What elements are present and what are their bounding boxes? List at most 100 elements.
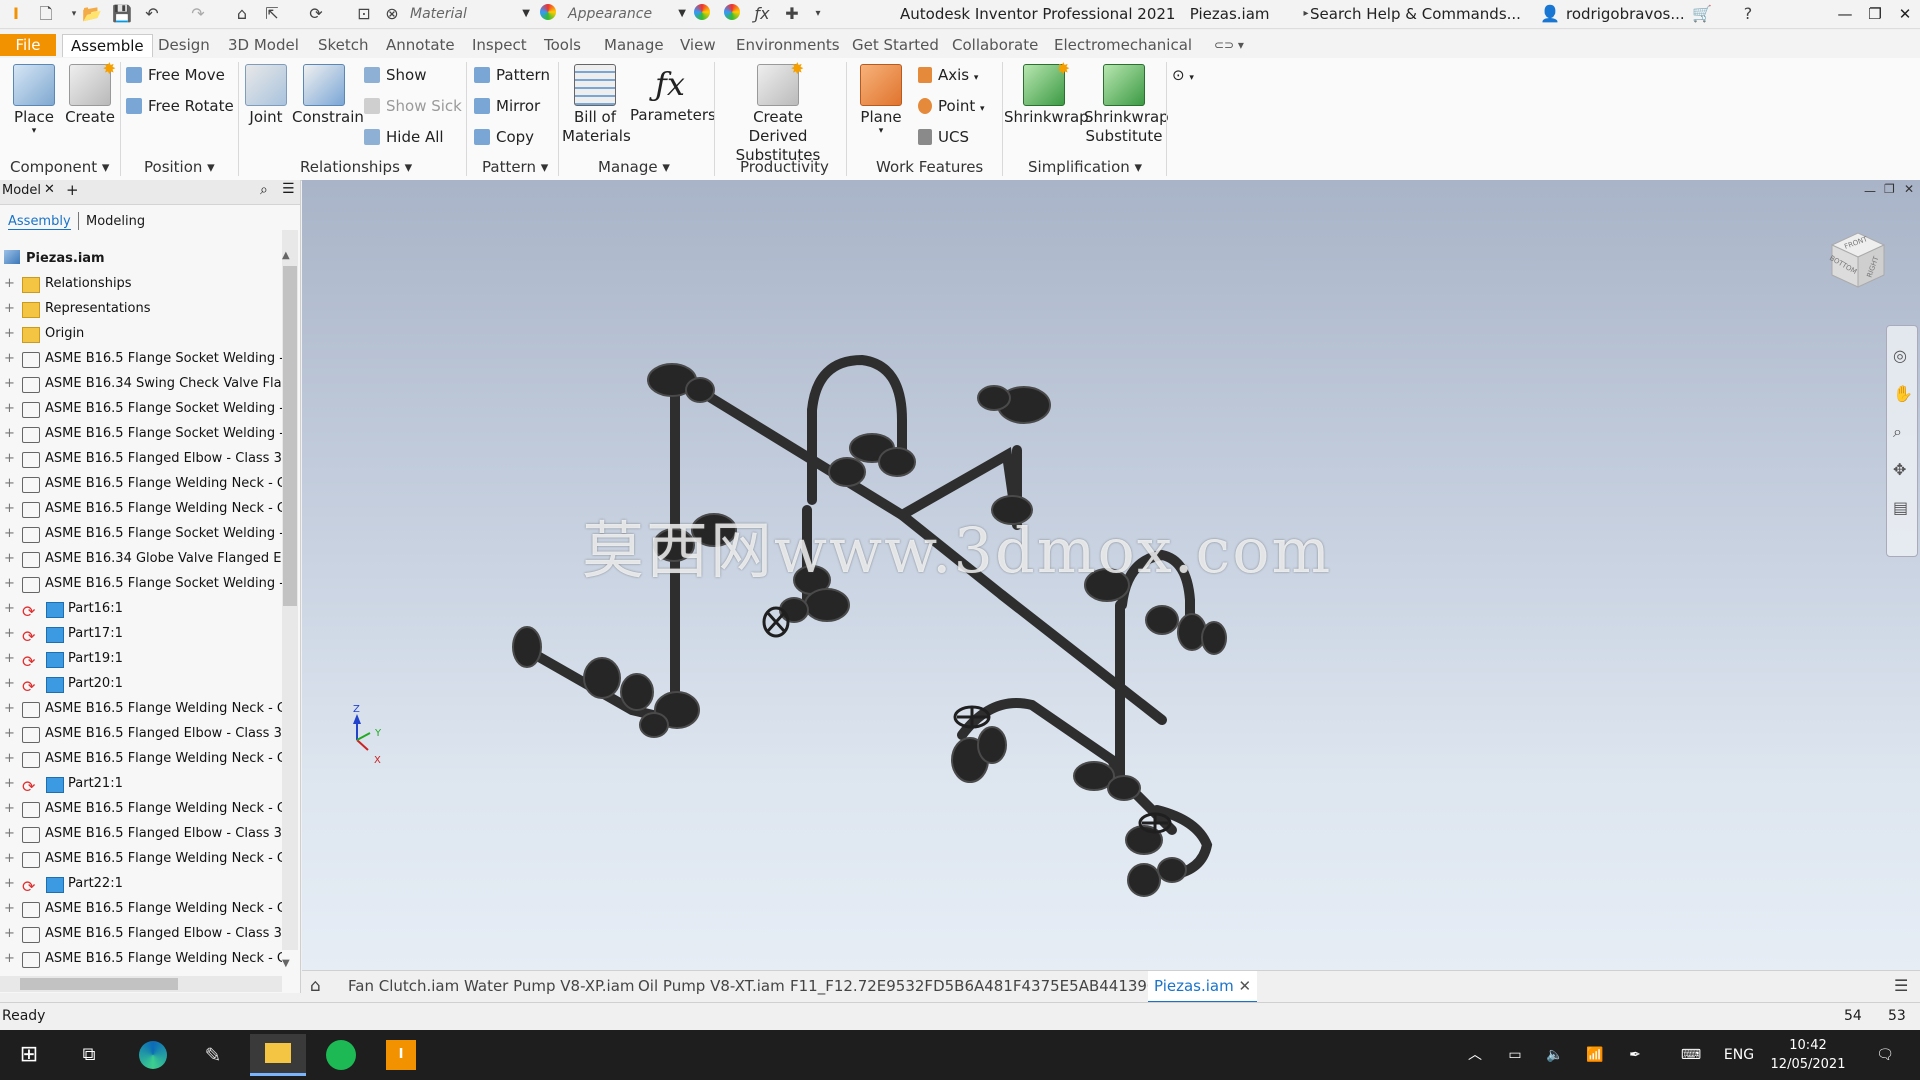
- doc-tab-water-pump[interactable]: Water Pump V8-XP.iam: [464, 971, 635, 1001]
- tab-tools[interactable]: Tools: [536, 34, 589, 56]
- expand-icon[interactable]: +: [4, 346, 16, 371]
- browser-tree-item[interactable]: + Relationships: [0, 271, 282, 296]
- browser-tree-item[interactable]: + ASME B16.34 Swing Check Valve Flanged: [0, 371, 282, 396]
- expand-icon[interactable]: +: [4, 421, 16, 446]
- bill-of-materials-button[interactable]: Bill of Materials: [562, 64, 631, 146]
- constrain-button[interactable]: Constrain: [292, 64, 364, 126]
- expand-icon[interactable]: +: [4, 271, 16, 296]
- browser-hscrollbar[interactable]: [0, 976, 282, 992]
- browser-tree-item[interactable]: + ASME B16.5 Flange Socket Welding - Cla: [0, 346, 282, 371]
- show-button[interactable]: Show: [364, 64, 426, 86]
- clear-appearance-icon[interactable]: [692, 4, 712, 24]
- tab-sketch[interactable]: Sketch: [310, 34, 377, 56]
- component-panel-title[interactable]: Component ▾: [10, 157, 109, 177]
- tab-file[interactable]: File: [0, 34, 56, 56]
- expand-icon[interactable]: +: [4, 846, 16, 871]
- free-move-button[interactable]: Free Move: [126, 64, 225, 86]
- shrinkwrap-substitute-button[interactable]: Shrinkwrap Substitute: [1084, 64, 1169, 146]
- browser-tree-item[interactable]: + ASME B16.5 Flange Welding Neck - Class: [0, 496, 282, 521]
- shrinkwrap-button[interactable]: ✸ Shrinkwrap: [1004, 59, 1089, 126]
- close-model-tab-icon[interactable]: ✕: [44, 182, 55, 197]
- doc-tab-oil-pump[interactable]: Oil Pump V8-XT.iam: [638, 971, 785, 1001]
- scroll-down-arrow[interactable]: ▼: [282, 958, 290, 969]
- browser-root[interactable]: Piezas.iam: [4, 246, 105, 271]
- expand-icon[interactable]: +: [4, 496, 16, 521]
- doc-tab-f11-f12[interactable]: F11_F12.72E9532FD5B6A481F4375E5AB44139C0…: [790, 971, 1200, 1001]
- expand-icon[interactable]: +: [4, 546, 16, 571]
- expand-icon[interactable]: +: [4, 821, 16, 846]
- tab-3d-model[interactable]: 3D Model: [220, 34, 307, 56]
- edge-browser-icon[interactable]: [136, 1038, 170, 1072]
- inventor-logo-icon[interactable]: I: [6, 4, 26, 24]
- language-indicator[interactable]: ENG: [1722, 1030, 1756, 1080]
- axis-button[interactable]: Axis ▾: [918, 64, 978, 86]
- close-doc-tab-icon[interactable]: ✕: [1239, 977, 1252, 995]
- update-icon[interactable]: ⟳: [306, 4, 326, 24]
- browser-tree-item[interactable]: + ASME B16.5 Flange Welding Neck - Class: [0, 896, 282, 921]
- tab-assembly[interactable]: Assembly: [8, 214, 71, 230]
- add-browser-tab-icon[interactable]: +: [66, 181, 79, 199]
- expand-icon[interactable]: +: [4, 746, 16, 771]
- tab-collaborate[interactable]: Collaborate: [944, 34, 1046, 56]
- expand-icon[interactable]: +: [4, 521, 16, 546]
- orbit-icon[interactable]: ✥: [1893, 460, 1906, 479]
- tab-environments[interactable]: Environments: [728, 34, 848, 56]
- expand-icon[interactable]: +: [4, 871, 16, 896]
- more-tools-button[interactable]: ⊙ ▾: [1172, 64, 1194, 86]
- expand-icon[interactable]: +: [4, 646, 16, 671]
- add-icon[interactable]: ✚: [782, 4, 802, 24]
- file-explorer-icon[interactable]: [250, 1034, 306, 1076]
- browser-tree-item[interactable]: + ASME B16.5 Flange Welding Neck - Class: [0, 471, 282, 496]
- hide-all-button[interactable]: Hide All: [364, 126, 444, 148]
- expand-icon[interactable]: +: [4, 771, 16, 796]
- mirror-button[interactable]: Mirror: [474, 95, 540, 117]
- steering-wheel-icon[interactable]: ◎: [1893, 346, 1907, 365]
- app-icon[interactable]: ✎: [196, 1038, 230, 1072]
- task-view-icon[interactable]: ⧉: [72, 1038, 106, 1072]
- expand-icon[interactable]: +: [4, 671, 16, 696]
- doc-tab-fan-clutch[interactable]: Fan Clutch.iam: [348, 971, 459, 1001]
- parameters-button[interactable]: ƒx Parameters: [630, 64, 716, 124]
- expand-icon[interactable]: +: [4, 396, 16, 421]
- browser-tree-item[interactable]: + ASME B16.5 Flange Welding Neck - Class: [0, 696, 282, 721]
- browser-tree-item[interactable]: + ASME B16.5 Flanged Elbow - Class 300 2: [0, 446, 282, 471]
- browser-tree-item[interactable]: + Origin: [0, 321, 282, 346]
- place-button[interactable]: Place ▾: [10, 64, 58, 136]
- free-rotate-button[interactable]: Free Rotate: [126, 95, 234, 117]
- minimize-button[interactable]: —: [1830, 2, 1860, 26]
- graphics-viewport[interactable]: Z X Y 莫西网www.3dmox.com FRONT RIGHT BOTTO…: [302, 180, 1920, 970]
- help-icon[interactable]: ?: [1738, 4, 1758, 24]
- browser-tree-item[interactable]: + ASME B16.5 Flanged Elbow - Class 300 2: [0, 921, 282, 946]
- tab-electromechanical[interactable]: Electromechanical: [1046, 34, 1200, 56]
- browser-tree-item[interactable]: + ASME B16.5 Flanged Elbow - Class 300 2: [0, 721, 282, 746]
- viewport-restore-icon[interactable]: ❐: [1884, 182, 1895, 196]
- doc-tab-piezas[interactable]: Piezas.iam ✕: [1148, 971, 1258, 1004]
- clock[interactable]: 10:42 12/05/2021: [1770, 1036, 1846, 1074]
- browser-tree-item[interactable]: + ASME B16.5 Flange Welding Neck - Class: [0, 796, 282, 821]
- point-button[interactable]: Point ▾: [918, 95, 985, 117]
- network-icon[interactable]: 📶: [1584, 1030, 1606, 1080]
- zoom-icon[interactable]: ⌕: [1893, 422, 1902, 442]
- browser-tree-item[interactable]: + ⟳ Part19:1: [0, 646, 282, 671]
- browser-tree-item[interactable]: + ⟳ Part17:1: [0, 621, 282, 646]
- tab-model[interactable]: Model: [2, 183, 41, 198]
- windows-start-icon[interactable]: ⊞: [12, 1038, 46, 1072]
- browser-tree-item[interactable]: + ASME B16.5 Flange Welding Neck - Class: [0, 946, 282, 971]
- expand-icon[interactable]: +: [4, 321, 16, 346]
- scroll-up-arrow[interactable]: ▲: [282, 250, 290, 261]
- pattern-panel-title[interactable]: Pattern ▾: [482, 157, 548, 177]
- expand-icon[interactable]: +: [4, 721, 16, 746]
- expand-icon[interactable]: +: [4, 571, 16, 596]
- browser-tree-item[interactable]: + ⟳ Part20:1: [0, 671, 282, 696]
- look-at-icon[interactable]: ▤: [1893, 498, 1908, 517]
- browser-tree-item[interactable]: + ASME B16.34 Globe Valve Flanged Ends -: [0, 546, 282, 571]
- browser-tree-item[interactable]: + ASME B16.5 Flange Welding Neck - Class: [0, 746, 282, 771]
- browser-tree-item[interactable]: + ASME B16.5 Flange Socket Welding - Cla: [0, 396, 282, 421]
- user-icon[interactable]: 👤: [1540, 4, 1560, 24]
- undo-icon[interactable]: ↶: [142, 4, 162, 24]
- new-dropdown-icon[interactable]: ▾: [64, 4, 84, 24]
- create-derived-substitutes-button[interactable]: ✸ Create Derived Substitutes: [722, 59, 834, 165]
- close-button[interactable]: ✕: [1890, 2, 1920, 26]
- notifications-icon[interactable]: 🗨: [1870, 1030, 1900, 1080]
- viewport-minimize-icon[interactable]: —: [1864, 184, 1876, 198]
